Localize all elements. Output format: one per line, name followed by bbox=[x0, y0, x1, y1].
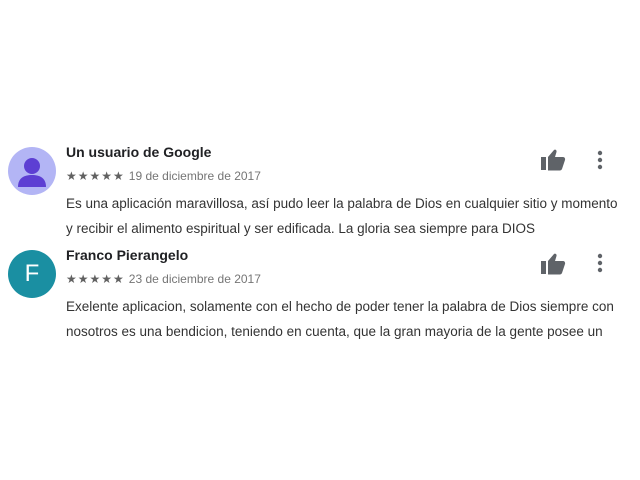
more-vert-icon[interactable] bbox=[591, 148, 609, 172]
avatar bbox=[8, 147, 56, 195]
review-author: Un usuario de Google bbox=[66, 144, 212, 160]
avatar-letter: F bbox=[24, 260, 40, 287]
review-text-line: y recibir el alimento espiritual y ser e… bbox=[66, 221, 535, 236]
thumb-up-icon[interactable] bbox=[540, 148, 566, 172]
review-text-line: Exelente aplicacion, solamente con el he… bbox=[66, 299, 614, 314]
star-rating: ★★★★★ bbox=[66, 272, 125, 286]
review-meta: ★★★★★ 23 de diciembre de 2017 bbox=[66, 272, 261, 286]
star-rating: ★★★★★ bbox=[66, 169, 125, 183]
more-vert-icon[interactable] bbox=[591, 251, 609, 275]
review-text-line: Es una aplicación maravillosa, así pudo … bbox=[66, 196, 618, 211]
review-author: Franco Pierangelo bbox=[66, 247, 189, 263]
person-icon bbox=[18, 158, 46, 187]
thumb-up-icon[interactable] bbox=[540, 252, 566, 276]
review-text: Es una aplicación maravillosa, así pudo … bbox=[66, 191, 632, 241]
review-meta: ★★★★★ 19 de diciembre de 2017 bbox=[66, 169, 261, 183]
review-date: 19 de diciembre de 2017 bbox=[128, 169, 261, 183]
review-text-line: nosotros es una bendicion, teniendo en c… bbox=[66, 324, 603, 339]
review-text: Exelente aplicacion, solamente con el he… bbox=[66, 294, 632, 344]
avatar: F bbox=[8, 250, 56, 298]
review-date: 23 de diciembre de 2017 bbox=[128, 272, 261, 286]
